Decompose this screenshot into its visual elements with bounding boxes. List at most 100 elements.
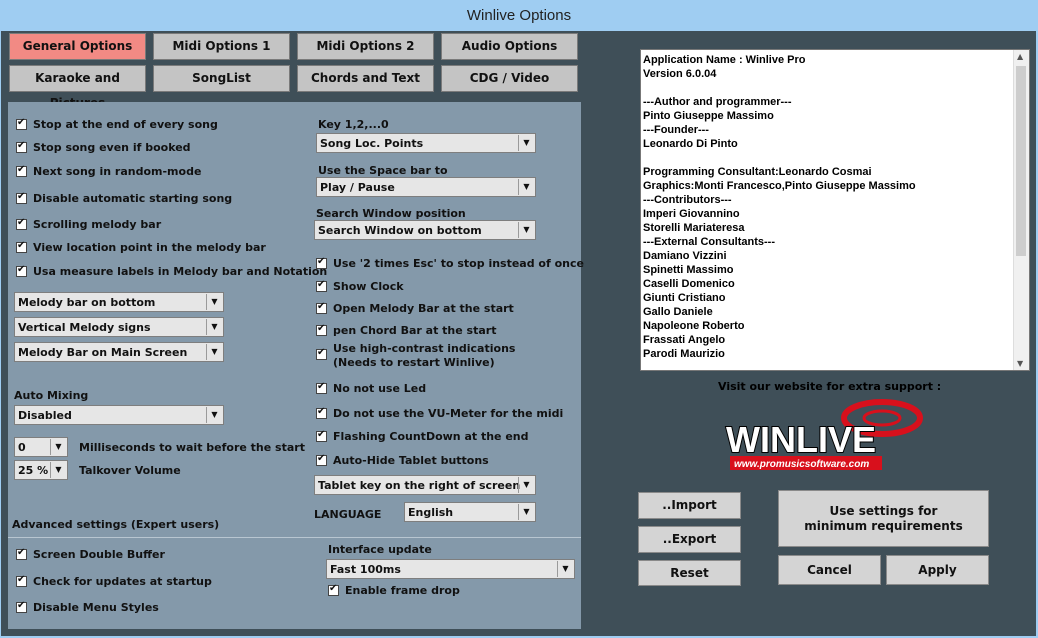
checkbox-checked-icon (316, 301, 327, 314)
checkbox-checked-icon (16, 600, 27, 613)
about-textbox[interactable]: Application Name : Winlive Pro Version 6.… (640, 49, 1030, 371)
interface-update-select[interactable]: Fast 100ms ▼ (326, 559, 575, 579)
checkbox-checked-icon (316, 323, 327, 336)
auto-mixing-select[interactable]: Disabled ▼ (14, 405, 224, 425)
about-line: Graphics:Monti Francesco,Pinto Giuseppe … (643, 180, 916, 192)
checkbox-checked-icon (316, 279, 327, 292)
space-bar-select[interactable]: Play / Pause ▼ (316, 177, 536, 197)
dropdown-arrow-icon: ▼ (50, 439, 66, 455)
about-line: ---Founder--- (643, 124, 709, 136)
dropdown-arrow-icon: ▼ (557, 561, 573, 577)
checkbox-checked-icon (328, 583, 339, 596)
scroll-up-icon[interactable]: ▲ (1017, 52, 1023, 61)
wait-ms-label: Milliseconds to wait before the start (79, 441, 305, 454)
export-button[interactable]: ..Export (638, 526, 741, 553)
about-line: Damiano Vizzini (643, 250, 727, 262)
wait-ms-select[interactable]: 0 ▼ (14, 437, 68, 457)
checkbox-checked-icon (16, 574, 27, 587)
checkbox-checked-icon (16, 191, 27, 204)
about-line (643, 81, 916, 95)
tab-karaoke-pictures[interactable]: Karaoke and Pictures (9, 65, 146, 110)
dropdown-arrow-icon: ▼ (206, 319, 222, 335)
dropdown-arrow-icon: ▼ (206, 344, 222, 360)
interface-update-label: Interface update (328, 543, 432, 556)
logo-text: WINLIVE (726, 419, 876, 460)
about-line: Application Name : Winlive Pro (643, 54, 806, 66)
tab-cdg-video[interactable]: CDG / Video (441, 65, 578, 92)
about-line: ---Author and programmer--- (643, 96, 792, 108)
tab-audio-options[interactable]: Audio Options (441, 33, 578, 60)
advanced-separator (8, 537, 581, 538)
support-text: Visit our website for extra support : (718, 380, 942, 393)
dropdown-arrow-icon: ▼ (518, 477, 534, 493)
about-line: ---External Consultants--- (643, 236, 775, 248)
about-line: Leonardo Di Pinto (643, 138, 738, 150)
about-line: ---Contributors--- (643, 194, 732, 206)
language-label: LANGUAGE (314, 508, 382, 521)
about-line: Pinto Giuseppe Massimo (643, 110, 774, 122)
checkbox-checked-icon (16, 547, 27, 560)
talkover-volume-select[interactable]: 25 % ▼ (14, 460, 68, 480)
logo-url: www.promusicsoftware.com (734, 459, 869, 470)
winlive-logo[interactable]: WINLIVE www.promusicsoftware.com (722, 398, 932, 474)
about-line: Storelli Mariateresa (643, 222, 745, 234)
dropdown-arrow-icon: ▼ (518, 222, 534, 238)
dropdown-arrow-icon: ▼ (518, 179, 534, 195)
checkbox-checked-icon (316, 347, 327, 360)
space-bar-label: Use the Space bar to (318, 164, 448, 177)
dropdown-arrow-icon: ▼ (206, 407, 222, 423)
advanced-settings-label: Advanced settings (Expert users) (12, 518, 220, 531)
dropdown-arrow-icon: ▼ (518, 135, 534, 151)
about-line (643, 151, 916, 165)
dropdown-arrow-icon: ▼ (518, 504, 534, 520)
search-window-select[interactable]: Search Window on bottom ▼ (314, 220, 536, 240)
about-line: Caselli Domenico (643, 278, 735, 290)
checkbox-checked-icon (16, 140, 27, 153)
about-text: Application Name : Winlive Pro Version 6.… (643, 53, 916, 361)
import-button[interactable]: ..Import (638, 492, 741, 519)
about-line: Napoleone Roberto (643, 320, 745, 332)
melody-bar-position-select[interactable]: Melody bar on bottom ▼ (14, 292, 224, 312)
tablet-key-select[interactable]: Tablet key on the right of screen ▼ (314, 475, 536, 495)
apply-button[interactable]: Apply (886, 555, 989, 585)
talkover-volume-label: Talkover Volume (79, 464, 181, 477)
about-line: Spinetti Massimo (643, 264, 734, 276)
scrollbar-thumb[interactable] (1016, 66, 1026, 256)
checkbox-checked-icon (16, 264, 27, 277)
checkbox-checked-icon (316, 381, 327, 394)
about-line: Frassati Angelo (643, 334, 726, 346)
about-scrollbar[interactable]: ▲ ▼ (1013, 50, 1029, 370)
checkbox-checked-icon (316, 406, 327, 419)
about-line: Imperi Giovannino (643, 208, 740, 220)
search-window-label: Search Window position (316, 207, 466, 220)
about-line: Programming Consultant:Leonardo Cosmai (643, 166, 872, 178)
checkbox-checked-icon (16, 217, 27, 230)
checkbox-checked-icon (316, 453, 327, 466)
language-select[interactable]: English ▼ (404, 502, 536, 522)
checkbox-checked-icon (316, 256, 327, 269)
auto-mixing-label: Auto Mixing (14, 389, 89, 402)
checkbox-checked-icon (16, 240, 27, 253)
key-select[interactable]: Song Loc. Points ▼ (316, 133, 536, 153)
options-window: Winlive Options General Options Midi Opt… (0, 0, 1038, 638)
cancel-button[interactable]: Cancel (778, 555, 881, 585)
tab-midi-options-1[interactable]: Midi Options 1 (153, 33, 290, 60)
melody-bar-screen-select[interactable]: Melody Bar on Main Screen ▼ (14, 342, 224, 362)
about-line: Parodi Maurizio (643, 348, 725, 360)
checkbox-checked-icon (16, 117, 27, 130)
about-line: Version 6.0.04 (643, 68, 717, 80)
tab-general-options[interactable]: General Options (9, 33, 146, 60)
melody-signs-select[interactable]: Vertical Melody signs ▼ (14, 317, 224, 337)
tab-songlist[interactable]: SongList (153, 65, 290, 92)
about-line: Gallo Daniele (643, 306, 713, 318)
minimum-requirements-button[interactable]: Use settings for minimum requirements (778, 490, 989, 547)
tab-chords-text[interactable]: Chords and Text (297, 65, 434, 92)
checkbox-checked-icon (316, 429, 327, 442)
scroll-down-icon[interactable]: ▼ (1017, 359, 1023, 368)
dropdown-arrow-icon: ▼ (206, 294, 222, 310)
reset-button[interactable]: Reset (638, 560, 741, 586)
dropdown-arrow-icon: ▼ (50, 462, 66, 478)
tab-midi-options-2[interactable]: Midi Options 2 (297, 33, 434, 60)
window-title: Winlive Options (466, 7, 572, 24)
checkbox-checked-icon (16, 164, 27, 177)
